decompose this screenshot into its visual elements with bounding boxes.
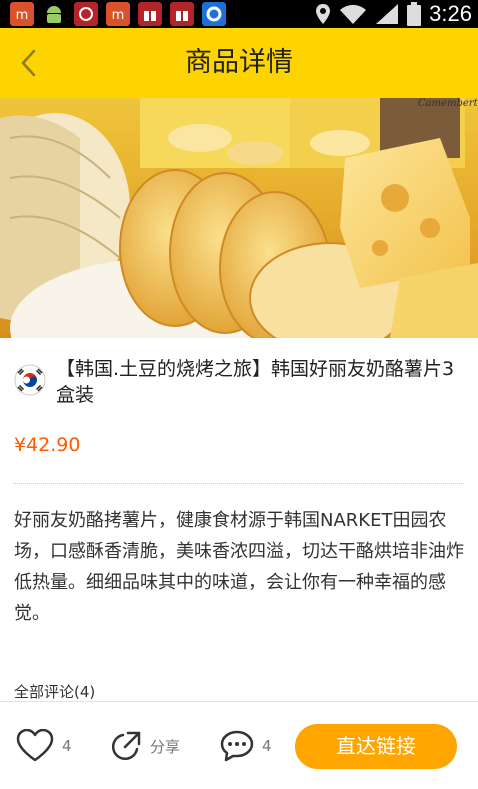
clock-time: 3:26: [429, 1, 472, 26]
korea-flag-icon: [14, 364, 46, 396]
battery-icon: [407, 2, 422, 26]
app-red-a-icon: m: [10, 2, 34, 26]
app-gift-b-icon: [170, 2, 194, 26]
app-red-c-icon: m: [106, 2, 130, 26]
app-header: 商品详情: [0, 28, 478, 98]
product-image[interactable]: Camembert: [0, 98, 478, 338]
heart-icon: [16, 729, 54, 762]
share-label: 分享: [150, 737, 181, 756]
hero-brand-text: Camembert: [418, 98, 478, 109]
product-title: 【韩国.土豆的烧烤之旅】韩国好丽友奶酪薯片3盒装: [56, 358, 455, 406]
chevron-left-icon: [21, 49, 36, 77]
share-button[interactable]: 分享: [110, 702, 180, 789]
location-icon: [316, 4, 331, 24]
all-comments-link[interactable]: 全部评论(4): [14, 681, 95, 702]
product-description: 好丽友奶酪拷薯片，健康食材源于韩国NARKET田园农场，口感酥香清脆，美味香浓四…: [14, 510, 464, 624]
status-bar: m m 3:26: [0, 0, 478, 28]
app-blue-icon: [202, 2, 226, 26]
bottom-action-bar: 4 分享 4 直达链接: [0, 701, 478, 789]
signal-icon: [376, 4, 399, 24]
potato-chips-cheese-photo: Camembert: [0, 98, 478, 338]
like-button[interactable]: 4: [16, 702, 72, 789]
divider: [14, 483, 464, 484]
svg-text:m: m: [112, 8, 125, 23]
back-button[interactable]: [8, 42, 48, 84]
like-count: 4: [62, 737, 72, 755]
app-gift-a-icon: [138, 2, 162, 26]
app-red-b-icon: [74, 2, 98, 26]
comment-icon: [220, 730, 254, 762]
direct-link-button[interactable]: 直达链接: [295, 724, 457, 769]
android-icon: [42, 2, 66, 26]
product-price: ¥42.90: [14, 434, 81, 456]
share-icon: [111, 731, 141, 761]
svg-text:m: m: [16, 8, 29, 23]
comment-count: 4: [262, 737, 272, 755]
comment-button[interactable]: 4: [220, 702, 272, 789]
page-title: 商品详情: [185, 47, 293, 78]
wifi-icon: [340, 4, 367, 25]
notification-icons: m m: [10, 2, 226, 26]
